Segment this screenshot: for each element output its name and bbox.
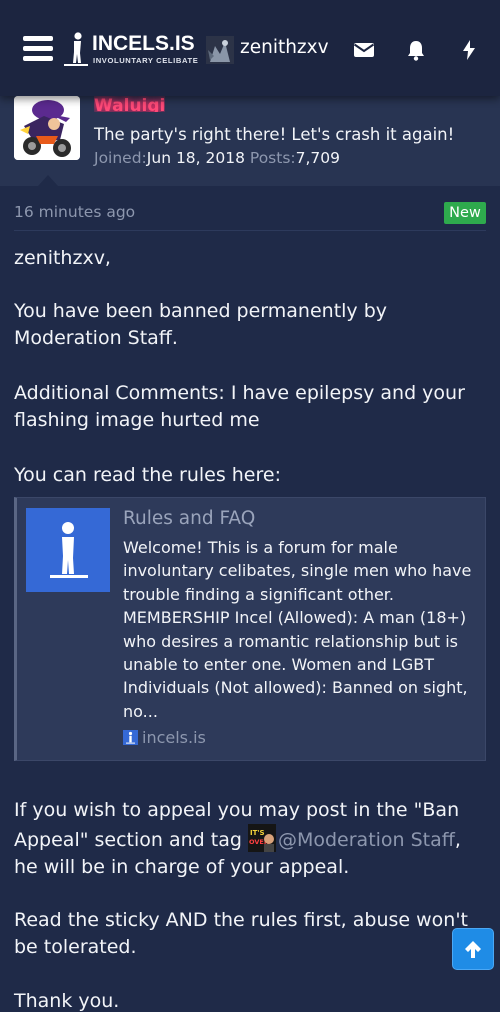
top-bar: INCELS.IS INVOLUNTARY CELIBATE zenithzxv: [0, 0, 500, 96]
message-divider: [14, 230, 486, 231]
arrow-up-icon: [465, 941, 481, 958]
embed-title[interactable]: Rules and FAQ: [123, 508, 255, 529]
user-avatar[interactable]: [206, 36, 234, 64]
message-greeting: zenithzxv,: [14, 247, 111, 269]
message-comments: Additional Comments: I have epilepsy and…: [14, 382, 465, 431]
posts-label: Posts:: [249, 149, 296, 167]
embed-description: Welcome! This is a forum for male involu…: [123, 538, 472, 721]
mail-icon[interactable]: [352, 38, 376, 62]
logo-figure-icon: [64, 32, 88, 66]
posts-value: 7,709: [295, 149, 341, 167]
scroll-to-top-button[interactable]: [452, 928, 494, 970]
menu-icon[interactable]: [23, 36, 53, 62]
author-user-title: The party's right there! Let's crash it …: [94, 125, 455, 144]
username[interactable]: zenithzxv: [240, 37, 329, 58]
author-card: Waluigi The party's right there! Let's c…: [0, 96, 500, 186]
new-badge: New: [444, 202, 486, 224]
embed-source-label: incels.is: [142, 728, 206, 747]
site-logo[interactable]: INCELS.IS INVOLUNTARY CELIBATE: [64, 32, 198, 68]
author-card-pointer: [38, 175, 58, 186]
message-closing: Thank you.: [14, 990, 120, 1012]
message-sticky-notice: Read the sticky AND the rules first, abu…: [14, 909, 469, 958]
site-title: INCELS.IS: [92, 32, 195, 55]
site-favicon-icon: [123, 730, 138, 745]
bolt-icon[interactable]: [457, 38, 481, 62]
moderation-staff-mention[interactable]: @Moderation Staff: [278, 829, 455, 851]
rules-link-embed[interactable]: Rules and FAQ Welcome! This is a forum f…: [14, 497, 486, 761]
author-stats: Joined:Jun 18, 2018 Posts:7,709: [94, 149, 340, 167]
joined-value: Jun 18, 2018: [146, 149, 245, 167]
author-avatar[interactable]: [14, 96, 80, 160]
author-name[interactable]: Waluigi: [94, 96, 165, 112]
embed-source[interactable]: incels.is: [123, 728, 206, 747]
moderation-staff-avatar[interactable]: IT'S OVER: [247, 824, 276, 852]
message-ban-text: You have been banned permanently by Mode…: [14, 300, 388, 349]
site-subtitle: INVOLUNTARY CELIBATE: [93, 56, 199, 65]
joined-label: Joined:: [94, 149, 147, 167]
embed-thumbnail[interactable]: [26, 508, 110, 592]
bell-icon[interactable]: [404, 38, 428, 62]
message-rules-intro: You can read the rules here:: [14, 464, 281, 486]
message-timestamp[interactable]: 16 minutes ago: [14, 203, 135, 221]
message-appeal: If you wish to appeal you may post in th…: [14, 797, 490, 881]
svg-text:IT'S: IT'S: [250, 829, 265, 837]
